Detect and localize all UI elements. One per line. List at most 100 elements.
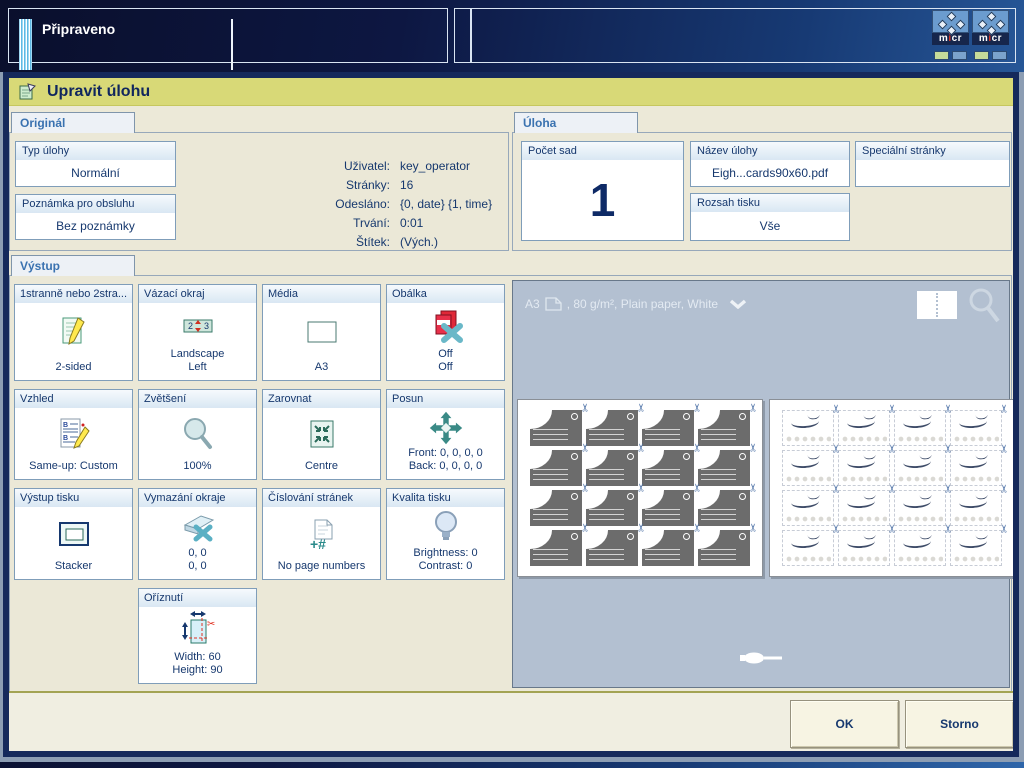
binding-edge-button[interactable]: Vázací okraj 2 3 Landscape Left — [138, 284, 257, 381]
svg-text:B: B — [63, 422, 68, 429]
layout-button[interactable]: Vzhled B B Same — [14, 389, 133, 480]
chevron-down-icon — [729, 299, 747, 309]
engine1-blue-indicator — [952, 51, 967, 60]
media-button[interactable]: Média A3 — [262, 284, 381, 381]
scissors-mark-icon: ✂ — [579, 483, 592, 492]
ok-button[interactable]: OK — [790, 700, 899, 748]
preview-card: ✂ — [698, 450, 750, 486]
stacker-icon — [15, 507, 132, 560]
card-script-decoration — [846, 415, 875, 429]
zoom-preview-icon[interactable] — [967, 287, 1001, 325]
tab-job[interactable]: Úloha — [514, 112, 638, 133]
operator-note-title: Poznámka pro obsluhu — [16, 195, 175, 213]
special-pages-value — [856, 160, 1009, 186]
scissors-mark-icon: ✂ — [691, 483, 704, 492]
status-divider — [231, 19, 233, 70]
preview-card: ✂ — [586, 410, 638, 446]
set-count-button[interactable]: Počet sad 1 — [521, 141, 684, 241]
scissors-mark-icon: ✂ — [747, 403, 760, 412]
operator-note-button[interactable]: Poznámka pro obsluhu Bez poznámky — [15, 194, 176, 240]
engine-badge-2[interactable]: micr — [972, 10, 1009, 45]
scissors-mark-icon: ✂ — [998, 524, 1011, 533]
edge-erase-button[interactable]: Vymazání okraje 0, 0 0, 0 — [138, 488, 257, 580]
plug-icon — [740, 651, 786, 665]
eraser-icon — [139, 507, 256, 547]
shift-button[interactable]: Posun Front: 0, 0, 0, 0 Back: — [386, 389, 505, 480]
engine-badge-dots-icon — [932, 10, 969, 33]
page-numbering-button[interactable]: Číslování stránek +# No page numbers — [262, 488, 381, 580]
spread-view-icon[interactable] — [917, 291, 957, 319]
special-pages-button[interactable]: Speciální stránky — [855, 141, 1010, 187]
card-dots-decoration — [841, 516, 887, 522]
preview-card: ✂ — [838, 410, 890, 446]
card-script-decoration — [902, 495, 931, 509]
card-script-decoration — [846, 535, 875, 549]
svg-text:3: 3 — [204, 321, 209, 331]
job-type-button[interactable]: Typ úlohy Normální — [15, 141, 176, 187]
card-dots-decoration — [897, 556, 943, 562]
preview-card: ✂ — [530, 450, 582, 486]
preview-card: ✂ — [698, 530, 750, 566]
edit-job-icon — [19, 83, 37, 100]
info-row: Stránky:16 — [240, 176, 492, 195]
preview-card: ✂ — [698, 410, 750, 446]
preview-card: ✂ — [894, 410, 946, 446]
media-selector[interactable]: A3 , 80 g/m², Plain paper, White — [525, 297, 747, 311]
sided-button[interactable]: 1stranně nebo 2stra... 2-sided — [14, 284, 133, 381]
trim-button[interactable]: Oříznutí ✂ Wid — [138, 588, 257, 684]
card-script-decoration — [790, 455, 819, 469]
cancel-button[interactable]: Storno — [905, 700, 1013, 748]
preview-card: ✂ — [782, 410, 834, 446]
scissors-mark-icon: ✂ — [830, 444, 843, 453]
engine-badge-1[interactable]: micr — [932, 10, 969, 45]
card-dots-decoration — [841, 556, 887, 562]
bulb-icon — [387, 507, 504, 547]
card-logo-mark — [739, 533, 746, 540]
card-dots-decoration — [841, 436, 887, 442]
layout-icon: B B — [15, 408, 132, 460]
preview-card: ✂ — [894, 450, 946, 486]
card-script-decoration — [790, 495, 819, 509]
scissors-mark-icon: ✂ — [747, 523, 760, 532]
media-icon — [263, 303, 380, 361]
tab-output[interactable]: Výstup — [11, 255, 135, 276]
print-quality-button[interactable]: Kvalita tisku Brightness: 0 Contrast: 0 — [386, 488, 505, 580]
scissors-mark-icon: ✂ — [886, 524, 899, 533]
job-info-list: Uživatel:key_operator Stránky:16 Odeslán… — [240, 157, 492, 252]
window-title-bar: Upravit úlohu — [9, 78, 1013, 106]
cover-button[interactable]: Obálka Off Off — [386, 284, 505, 381]
svg-text:2: 2 — [188, 321, 193, 331]
preview-card: ✂ — [530, 410, 582, 446]
preview-card: ✂ — [838, 530, 890, 566]
scissors-mark-icon: ✂ — [942, 444, 955, 453]
align-centre-icon — [263, 408, 380, 460]
print-preview-pane: A3 , 80 g/m², Plain paper, White — [512, 280, 1010, 688]
preview-card: ✂ — [782, 450, 834, 486]
print-range-button[interactable]: Rozsah tisku Vše — [690, 193, 850, 241]
scissors-mark-icon: ✂ — [579, 523, 592, 532]
card-script-decoration — [790, 415, 819, 429]
cover-off-icon — [387, 303, 504, 348]
preview-card: ✂ — [530, 490, 582, 526]
scissors-mark-icon: ✂ — [942, 484, 955, 493]
align-button[interactable]: Zarovnat Centre — [262, 389, 381, 480]
zoom-button[interactable]: Zvětšení 100% — [138, 389, 257, 480]
card-logo-mark — [627, 413, 634, 420]
card-dots-decoration — [785, 556, 831, 562]
job-name-button[interactable]: Název úlohy Eigh...cards90x60.pdf — [690, 141, 850, 187]
magnifier-icon — [139, 408, 256, 460]
scissors-mark-icon: ✂ — [747, 483, 760, 492]
preview-card: ✂ — [950, 410, 1002, 446]
footer-bar: OK Storno — [9, 691, 1013, 751]
card-dots-decoration — [897, 436, 943, 442]
card-logo-mark — [571, 493, 578, 500]
tab-original[interactable]: Originál — [11, 112, 135, 133]
preview-card: ✂ — [894, 530, 946, 566]
preview-sheet-back: ✂✂✂✂✂✂✂✂✂✂✂✂✂✂✂✂ — [769, 399, 1013, 577]
scissors-mark-icon: ✂ — [691, 403, 704, 412]
print-output-button[interactable]: Výstup tisku Stacker — [14, 488, 133, 580]
media-details: , 80 g/m², Plain paper, White — [567, 297, 718, 311]
job-panel: Počet sad 1 Název úlohy Eigh...cards90x6… — [512, 132, 1012, 251]
card-logo-mark — [627, 453, 634, 460]
svg-text:✂: ✂ — [207, 619, 215, 630]
